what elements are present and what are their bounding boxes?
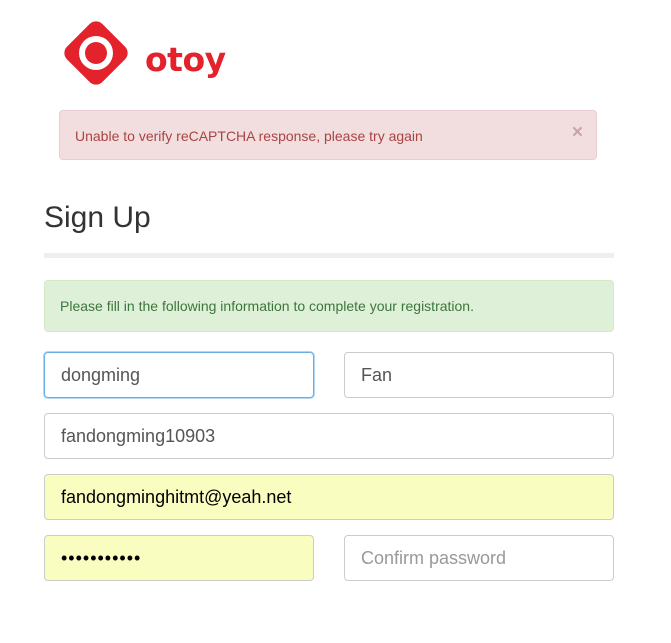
password-input[interactable] bbox=[44, 535, 314, 581]
otoy-logo[interactable]: otoy bbox=[58, 15, 226, 91]
brand-name: otoy bbox=[145, 40, 226, 79]
close-icon[interactable]: × bbox=[572, 123, 583, 142]
info-message: Please fill in the following information… bbox=[60, 298, 474, 314]
title-divider bbox=[44, 253, 614, 258]
last-name-input[interactable] bbox=[344, 352, 614, 398]
first-name-input[interactable] bbox=[44, 352, 314, 398]
confirm-password-input[interactable] bbox=[344, 535, 614, 581]
page-title: Sign Up bbox=[44, 201, 151, 234]
username-input[interactable] bbox=[44, 413, 614, 459]
error-message: Unable to verify reCAPTCHA response, ple… bbox=[75, 128, 423, 144]
email-input[interactable] bbox=[44, 474, 614, 520]
otoy-logo-icon bbox=[64, 21, 128, 85]
recaptcha-error-alert: Unable to verify reCAPTCHA response, ple… bbox=[59, 110, 597, 160]
registration-info-alert: Please fill in the following information… bbox=[44, 280, 614, 332]
